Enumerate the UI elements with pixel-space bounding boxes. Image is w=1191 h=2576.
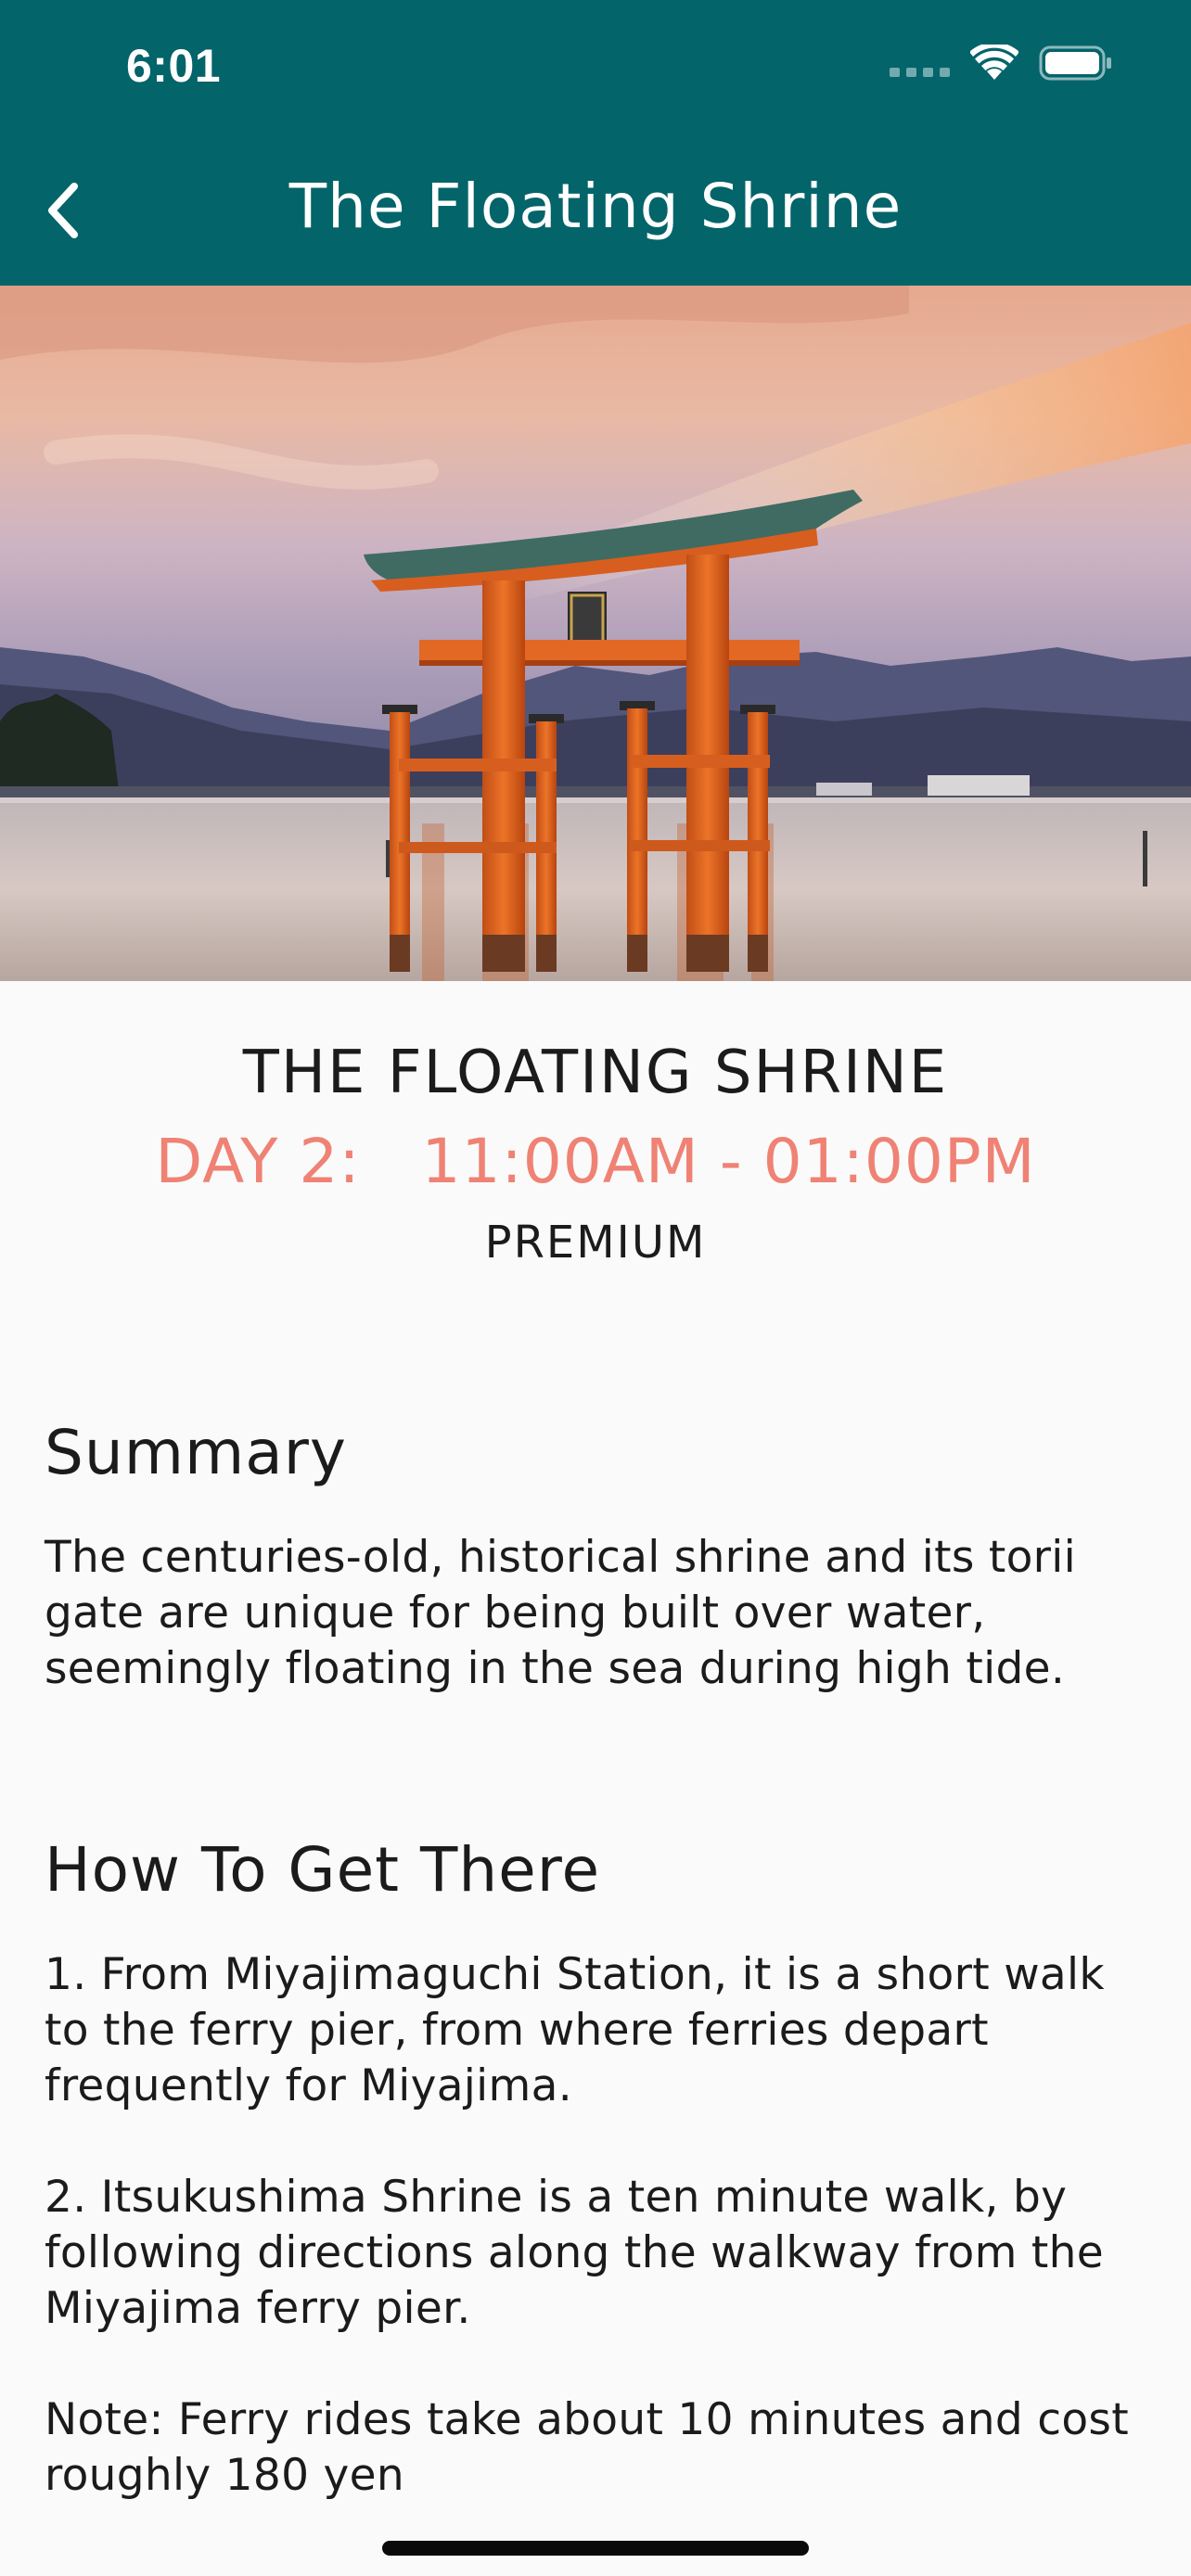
summary-text: The centuries-old, historical shrine and… — [45, 1530, 1158, 1697]
event-tier-badge: PREMIUM — [484, 1217, 707, 1269]
wifi-icon — [970, 45, 1018, 80]
battery-icon — [1039, 45, 1111, 81]
home-indicator[interactable] — [382, 2541, 809, 2556]
event-title: THE FLOATING SHRINE — [242, 1039, 949, 1107]
direction-step: 1. From Miyajimaguchi Station, it is a s… — [45, 1949, 1105, 2111]
signal-icon — [890, 49, 950, 77]
directions-text: 1. From Miyajimaguchi Station, it is a s… — [45, 1947, 1158, 2504]
direction-note: Note: Ferry rides take about 10 minutes … — [45, 2394, 1129, 2501]
summary-heading: Summary — [45, 1417, 347, 1488]
status-time: 6:01 — [126, 40, 222, 92]
app-header: 6:01 The Floating Shrine — [0, 0, 1191, 286]
page-title: The Floating Shrine — [288, 171, 903, 242]
event-time: DAY 2: 11:00AM - 01:00PM — [155, 1126, 1036, 1197]
summary-body: The centuries-old, historical shrine and… — [45, 1532, 1076, 1694]
directions-heading: How To Get There — [45, 1834, 601, 1906]
direction-step: 2. Itsukushima Shrine is a ten minute wa… — [45, 2172, 1104, 2334]
hero-image — [0, 286, 1191, 981]
status-icons — [890, 45, 1113, 82]
